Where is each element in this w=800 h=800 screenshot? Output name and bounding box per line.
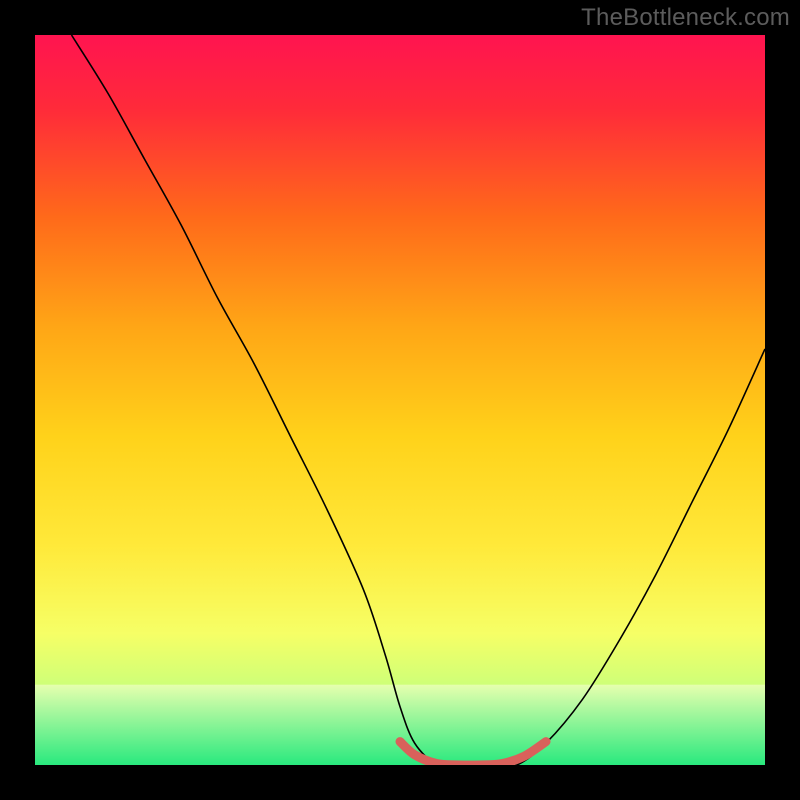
gradient-background — [35, 35, 765, 765]
bottleneck-chart — [35, 35, 765, 765]
source-watermark: TheBottleneck.com — [581, 4, 790, 32]
green-band — [35, 685, 765, 765]
chart-frame: TheBottleneck.com — [0, 0, 800, 800]
